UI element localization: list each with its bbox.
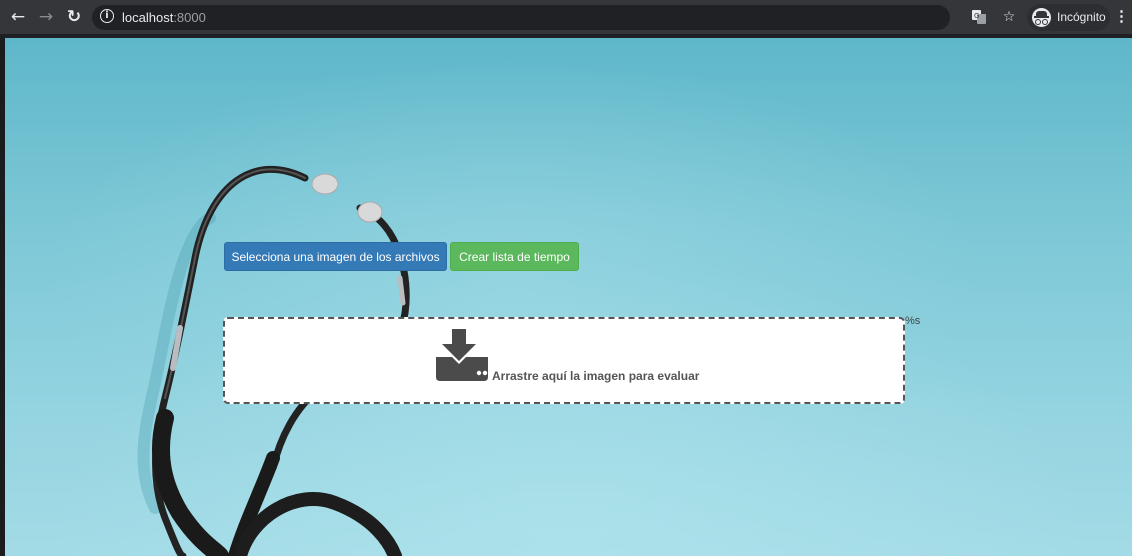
url-port: :8000 bbox=[173, 10, 206, 25]
incognito-icon bbox=[1032, 8, 1051, 27]
select-image-button[interactable]: Selecciona una imagen de los archivos bbox=[224, 242, 447, 271]
percent-placeholder-label: %s bbox=[905, 315, 921, 327]
back-arrow-icon[interactable]: ← bbox=[6, 6, 30, 28]
browser-toolbar: ← → ↻ i localhost:8000 G ☆ Incógnito ⋮ bbox=[0, 0, 1132, 35]
forward-arrow-icon[interactable]: → bbox=[34, 6, 58, 28]
svg-text:G: G bbox=[974, 12, 979, 20]
incognito-profile-button[interactable]: Incógnito bbox=[1027, 4, 1110, 31]
translate-icon[interactable]: G bbox=[969, 6, 989, 28]
download-to-drive-icon bbox=[436, 329, 488, 381]
bookmark-star-icon[interactable]: ☆ bbox=[999, 6, 1019, 28]
stethoscope-background-image bbox=[137, 165, 410, 556]
incognito-label: Incógnito bbox=[1057, 10, 1106, 24]
image-dropzone[interactable]: Arrastre aquí la imagen para evaluar bbox=[223, 317, 905, 404]
address-bar[interactable]: i localhost:8000 bbox=[92, 5, 950, 30]
info-icon[interactable]: i bbox=[100, 9, 114, 23]
url-host: localhost bbox=[122, 10, 174, 25]
reload-icon[interactable]: ↻ bbox=[62, 6, 86, 28]
create-timeline-button[interactable]: Crear lista de tiempo bbox=[450, 242, 579, 271]
address-url: localhost:8000 bbox=[122, 9, 206, 26]
page-viewport: Selecciona una imagen de los archivos Cr… bbox=[5, 38, 1132, 556]
dropzone-text: Arrastre aquí la imagen para evaluar bbox=[492, 369, 700, 383]
vertical-dots-menu-icon[interactable]: ⋮ bbox=[1114, 6, 1129, 28]
